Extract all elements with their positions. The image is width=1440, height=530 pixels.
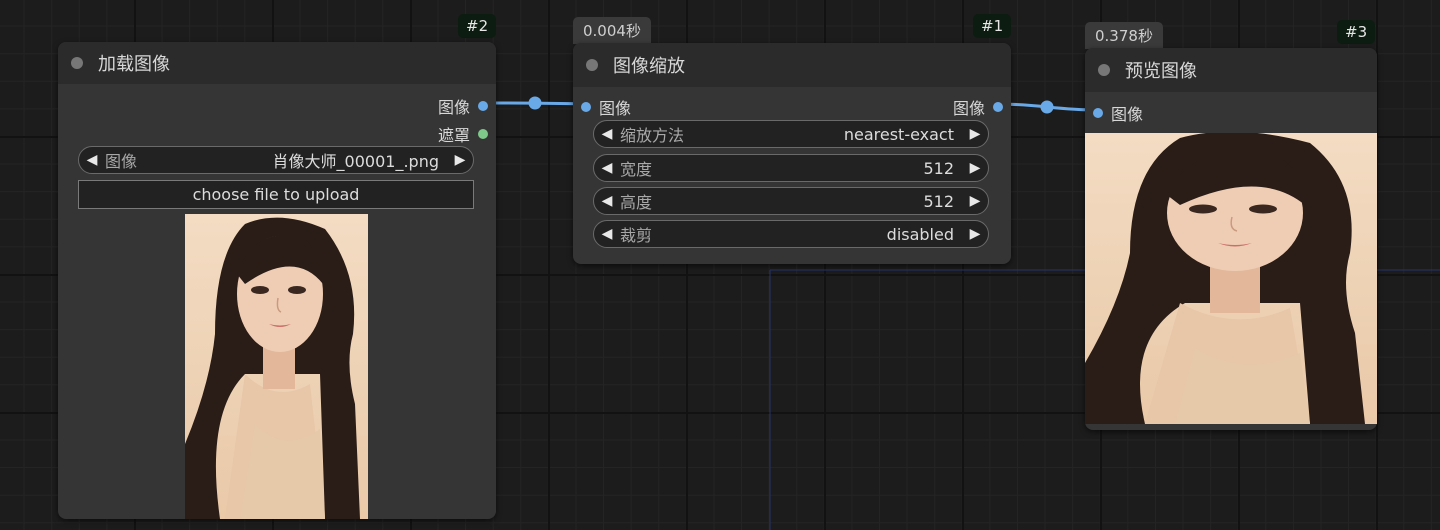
input-slot-image[interactable]: 图像 bbox=[1093, 101, 1143, 125]
left-triangle-icon[interactable]: ◀ bbox=[594, 226, 620, 242]
link-midpoint[interactable] bbox=[1040, 100, 1054, 114]
right-triangle-icon[interactable]: ▶ bbox=[962, 160, 988, 176]
slot-label: 图像 bbox=[1111, 105, 1144, 124]
left-triangle-icon[interactable]: ◀ bbox=[594, 193, 620, 209]
slot-label: 图像 bbox=[952, 99, 985, 118]
height-number-widget[interactable]: ◀ 高度 512 ▶ bbox=[593, 187, 989, 215]
widget-value: 肖像大师_00001_.png bbox=[272, 152, 439, 171]
widget-name: 高度 bbox=[620, 193, 653, 212]
image-preview[interactable] bbox=[1085, 133, 1377, 424]
widget-value: disabled bbox=[886, 224, 954, 244]
widget-value: 512 bbox=[923, 158, 954, 178]
execution-time-label: 0.004秒 bbox=[573, 17, 651, 44]
upscale-method-combo[interactable]: ◀ 缩放方法 nearest-exact ▶ bbox=[593, 120, 989, 148]
left-triangle-icon[interactable]: ◀ bbox=[79, 152, 105, 168]
preview-image-node[interactable]: 预览图像 图像 bbox=[1085, 48, 1377, 430]
crop-combo-widget[interactable]: ◀ 裁剪 disabled ▶ bbox=[593, 220, 989, 248]
link-midpoint[interactable] bbox=[528, 96, 542, 110]
image-combo-widget[interactable]: ◀ 图像 肖像大师_00001_.png ▶ bbox=[78, 146, 474, 174]
choose-file-button[interactable]: choose file to upload bbox=[78, 180, 474, 209]
left-triangle-icon[interactable]: ◀ bbox=[594, 160, 620, 176]
portrait-photo bbox=[185, 214, 368, 519]
slot-label: 遮罩 bbox=[437, 126, 470, 145]
right-triangle-icon[interactable]: ▶ bbox=[962, 126, 988, 142]
widget-value: nearest-exact bbox=[843, 124, 954, 144]
node-header[interactable]: 加载图像 bbox=[58, 42, 496, 84]
collapse-dot-icon[interactable] bbox=[71, 57, 83, 69]
widget-value: 512 bbox=[923, 191, 954, 211]
node-title: 图像缩放 bbox=[613, 56, 685, 77]
slot-dot-icon[interactable] bbox=[993, 102, 1003, 112]
right-triangle-icon[interactable]: ▶ bbox=[962, 193, 988, 209]
node-id-badge: #1 bbox=[973, 14, 1012, 38]
node-title: 加载图像 bbox=[98, 54, 170, 75]
width-number-widget[interactable]: ◀ 宽度 512 ▶ bbox=[593, 154, 989, 182]
load-image-node[interactable]: 加载图像 图像 遮罩 ◀ 图像 肖像大师_00001_.png ▶ choose… bbox=[58, 42, 496, 519]
collapse-dot-icon[interactable] bbox=[1098, 64, 1110, 76]
slot-dot-icon[interactable] bbox=[478, 129, 488, 139]
slot-label: 图像 bbox=[599, 99, 632, 118]
collapse-dot-icon[interactable] bbox=[586, 59, 598, 71]
input-slot-image[interactable]: 图像 bbox=[581, 95, 631, 119]
portrait-photo bbox=[1085, 133, 1377, 424]
node-id-badge: #2 bbox=[458, 14, 497, 38]
right-triangle-icon[interactable]: ▶ bbox=[447, 152, 473, 168]
widget-name: 宽度 bbox=[620, 160, 653, 179]
node-header[interactable]: 图像缩放 bbox=[573, 43, 1011, 87]
widget-name: 图像 bbox=[105, 152, 138, 171]
image-scale-node[interactable]: 图像缩放 图像 图像 ◀ 缩放方法 nearest-exact ▶ ◀ 宽度 5… bbox=[573, 43, 1011, 264]
graph-canvas[interactable]: #2 加载图像 图像 遮罩 ◀ 图像 肖像大师_00001_.png ▶ cho… bbox=[0, 0, 1440, 530]
slot-dot-icon[interactable] bbox=[1093, 108, 1103, 118]
execution-time-label: 0.378秒 bbox=[1085, 22, 1163, 49]
widget-name: 裁剪 bbox=[620, 226, 653, 245]
output-slot-mask[interactable]: 遮罩 bbox=[438, 122, 488, 146]
right-triangle-icon[interactable]: ▶ bbox=[962, 226, 988, 242]
slot-dot-icon[interactable] bbox=[581, 102, 591, 112]
node-header[interactable]: 预览图像 bbox=[1085, 48, 1377, 92]
node-id-badge: #3 bbox=[1337, 20, 1376, 44]
node-title: 预览图像 bbox=[1125, 61, 1197, 82]
slot-label: 图像 bbox=[437, 98, 470, 117]
slot-dot-icon[interactable] bbox=[478, 101, 488, 111]
left-triangle-icon[interactable]: ◀ bbox=[594, 126, 620, 142]
output-slot-image[interactable]: 图像 bbox=[438, 94, 488, 118]
image-preview bbox=[185, 214, 368, 519]
output-slot-image[interactable]: 图像 bbox=[953, 95, 1003, 119]
widget-name: 缩放方法 bbox=[620, 126, 685, 145]
